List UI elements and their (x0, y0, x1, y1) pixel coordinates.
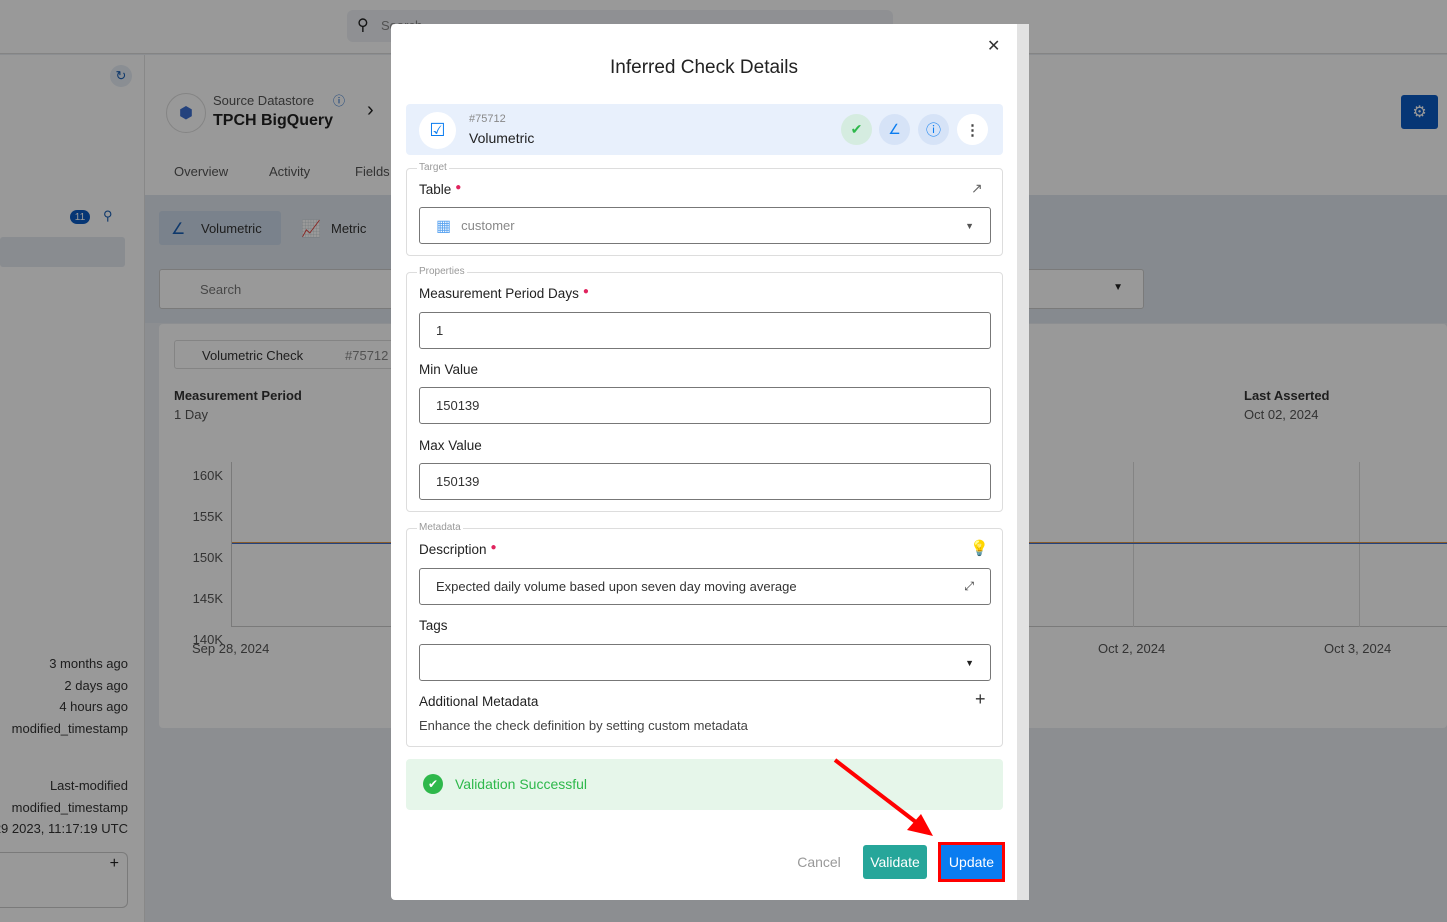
modal-scrollbar[interactable] (1017, 24, 1029, 900)
dropdown-icon: ▼ (965, 220, 974, 231)
modal-title: Inferred Check Details (610, 57, 798, 78)
validate-button[interactable]: Validate (863, 845, 927, 879)
check-icon: ☑ (419, 112, 456, 149)
dropdown-icon: ▼ (965, 657, 974, 668)
target-section: Target Table ● ↗ ▦ customer ▼ (406, 162, 1003, 256)
add-metadata-icon[interactable]: + (975, 689, 986, 710)
table-icon: ▦ (436, 217, 452, 235)
lightbulb-icon[interactable]: 💡 (970, 539, 989, 557)
tags-select[interactable]: ▼ (419, 644, 991, 681)
metadata-section: Metadata Description ● 💡 Expected daily v… (406, 522, 1003, 747)
annotation-arrow (833, 758, 933, 836)
max-value-input[interactable]: 150139 (419, 463, 991, 500)
min-value-input[interactable]: 150139 (419, 387, 991, 424)
info-icon[interactable]: ⓘ (918, 114, 949, 145)
check-header: ☑ #75712 Volumetric ✔ ∠ ⓘ ⋮ (406, 104, 1003, 155)
inferred-check-modal: Inferred Check Details ✕ ☑ #75712 Volume… (391, 24, 1029, 900)
cancel-button[interactable]: Cancel (791, 845, 847, 879)
volumetric-icon[interactable]: ∠ (879, 114, 910, 145)
more-options-icon[interactable]: ⋮ (957, 114, 988, 145)
table-select[interactable]: ▦ customer ▼ (419, 207, 991, 244)
update-button[interactable]: Update (938, 842, 1005, 882)
table-label: Table ● (419, 182, 462, 197)
close-icon[interactable]: ✕ (987, 36, 1000, 56)
active-status-icon[interactable]: ✔ (841, 114, 872, 145)
expand-icon[interactable]: ⤢ (964, 579, 974, 594)
check-circle-icon: ✔ (423, 774, 443, 794)
properties-section: Properties Measurement Period Days ● 1 Mi… (406, 266, 1003, 512)
open-link-icon[interactable]: ↗ (971, 180, 983, 197)
measurement-period-input[interactable]: 1 (419, 312, 991, 349)
description-input[interactable]: Expected daily volume based upon seven d… (419, 568, 991, 605)
